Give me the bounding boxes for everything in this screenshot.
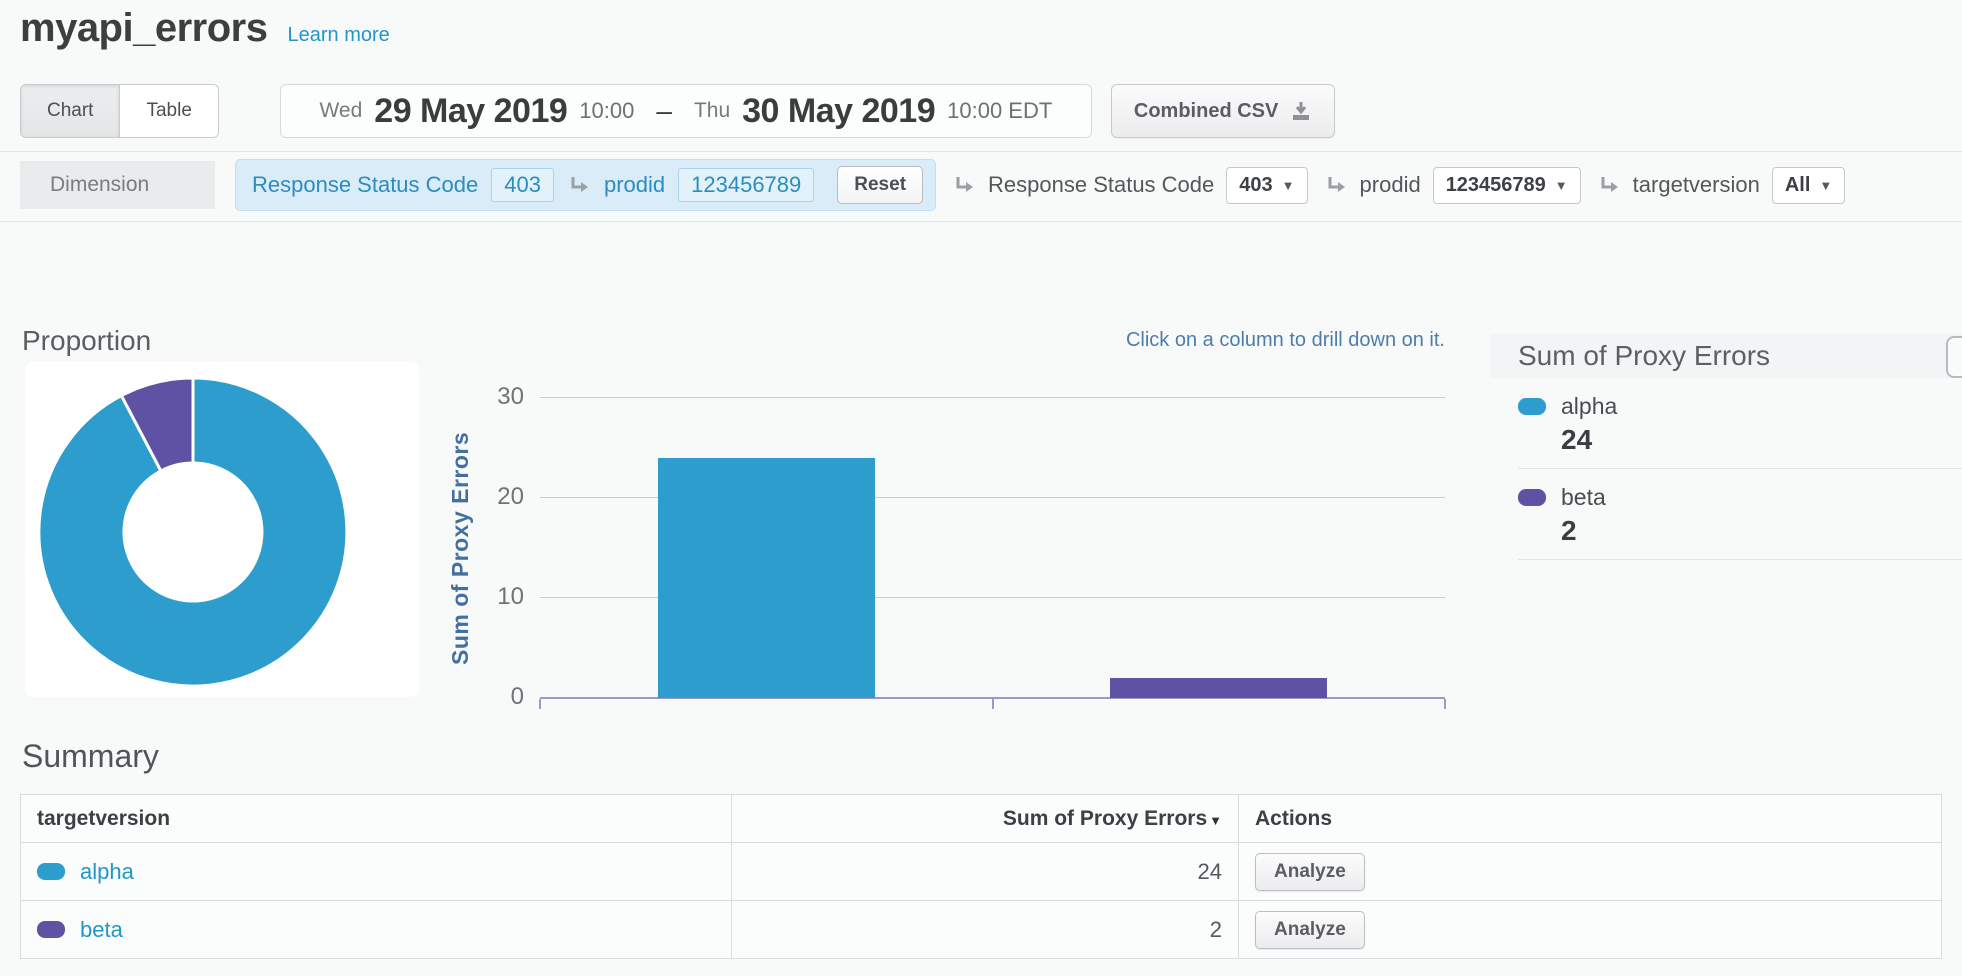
clipped-edge-button[interactable] (1946, 336, 1962, 378)
title-bar: myapi_errors Learn more (20, 6, 390, 51)
learn-more-link[interactable]: Learn more (287, 24, 389, 47)
divider (0, 151, 1962, 152)
x-axis-tick (1444, 699, 1446, 709)
divider (0, 221, 1962, 222)
filter-name: prodid (1360, 172, 1421, 198)
start-day: Wed (319, 99, 362, 123)
view-toggle: Chart Table (20, 84, 219, 138)
chevron-down-icon: ▼ (1282, 178, 1295, 193)
filter-dropdown-targetversion[interactable]: All ▼ (1772, 167, 1845, 204)
filter-prodid: prodid 123456789 ▼ (1324, 167, 1581, 204)
date-separator: – (646, 95, 682, 127)
row-dimension-link[interactable]: alpha (80, 859, 134, 885)
drilldown-arrow-icon (567, 173, 591, 197)
bar-alpha[interactable] (658, 458, 875, 698)
x-axis-tick (539, 699, 541, 709)
tab-chart[interactable]: Chart (21, 85, 119, 137)
legend-value: 24 (1561, 424, 1962, 456)
filter-name: Response Status Code (988, 172, 1214, 198)
analyze-button[interactable]: Analyze (1255, 853, 1365, 891)
legend-panel: Sum of Proxy Errors alpha 24 beta 2 (1490, 334, 1962, 560)
summary-table: targetversion Sum of Proxy Errors▼ Actio… (20, 794, 1942, 959)
row-metric-value: 2 (732, 901, 1239, 959)
proportion-title: Proportion (22, 325, 151, 357)
donut-chart (35, 374, 351, 690)
legend-item-alpha: alpha 24 (1518, 378, 1962, 469)
drilldown-breadcrumb: Response Status Code 403 prodid 12345678… (235, 159, 936, 211)
filter-name: targetversion (1633, 172, 1760, 198)
dimension-row: Dimension Response Status Code 403 prodi… (20, 159, 1845, 211)
proportion-donut-card (25, 362, 419, 697)
combined-csv-button[interactable]: Combined CSV (1111, 84, 1335, 138)
table-row-beta: beta 2 Analyze (21, 901, 1942, 959)
drilldown-hint: Click on a column to drill down on it. (540, 329, 1445, 352)
x-axis-tick (992, 699, 994, 709)
page-title: myapi_errors (20, 6, 267, 51)
filter-selected-value: 403 (1239, 174, 1272, 197)
gridline (540, 397, 1445, 398)
summary-title: Summary (22, 738, 159, 775)
chevron-down-icon: ▼ (1555, 178, 1568, 193)
tab-table[interactable]: Table (119, 85, 217, 137)
y-tick-label: 10 (478, 583, 524, 611)
y-tick-label: 0 (478, 683, 524, 711)
end-day: Thu (694, 99, 730, 123)
legend-item-beta: beta 2 (1518, 469, 1962, 560)
filter-dropdown-prodid[interactable]: 123456789 ▼ (1433, 167, 1581, 204)
legend-label: beta (1561, 484, 1606, 511)
reset-button[interactable]: Reset (837, 166, 923, 204)
beta-swatch (37, 921, 65, 938)
alpha-swatch (37, 863, 65, 880)
beta-swatch (1518, 489, 1546, 506)
report-page: myapi_errors Learn more Chart Table Wed … (0, 0, 1962, 976)
column-header-metric[interactable]: Sum of Proxy Errors▼ (732, 795, 1239, 843)
bar-plot: 0102030 (540, 398, 1445, 698)
drilldown-arrow-icon (952, 173, 976, 197)
filter-targetversion: targetversion All ▼ (1597, 167, 1846, 204)
date-range-picker[interactable]: Wed 29 May 2019 10:00 – Thu 30 May 2019 … (280, 84, 1092, 138)
breadcrumb-name[interactable]: Response Status Code (252, 172, 478, 198)
end-date: 30 May 2019 (742, 92, 935, 131)
y-tick-label: 30 (478, 383, 524, 411)
analyze-button[interactable]: Analyze (1255, 911, 1365, 949)
table-header-row: targetversion Sum of Proxy Errors▼ Actio… (21, 795, 1942, 843)
drilldown-arrow-icon (1597, 173, 1621, 197)
y-tick-label: 20 (478, 483, 524, 511)
filter-dropdown-response-status-code[interactable]: 403 ▼ (1226, 167, 1307, 204)
download-icon (1290, 100, 1312, 122)
breadcrumb-value-chip[interactable]: 123456789 (678, 168, 814, 202)
breadcrumb-value-chip[interactable]: 403 (491, 168, 554, 202)
row-dimension-link[interactable]: beta (80, 917, 123, 943)
legend-value: 2 (1561, 515, 1962, 547)
filter-selected-value: 123456789 (1446, 174, 1546, 197)
column-header-actions: Actions (1239, 795, 1942, 843)
chevron-down-icon: ▼ (1819, 178, 1832, 193)
legend-items: alpha 24 beta 2 (1490, 378, 1962, 560)
column-header-targetversion[interactable]: targetversion (21, 795, 732, 843)
filter-response-status-code: Response Status Code 403 ▼ (952, 167, 1308, 204)
alpha-swatch (1518, 398, 1546, 415)
legend-label: alpha (1561, 393, 1617, 420)
start-date: 29 May 2019 (374, 92, 567, 131)
filter-selected-value: All (1785, 174, 1811, 197)
breadcrumb-name[interactable]: prodid (604, 172, 665, 198)
end-time: 10:00 EDT (947, 98, 1052, 124)
bar-beta[interactable] (1110, 678, 1327, 698)
y-axis-label: Sum of Proxy Errors (447, 398, 474, 698)
csv-button-label: Combined CSV (1134, 100, 1278, 123)
sort-descending-icon: ▼ (1209, 813, 1222, 828)
drilldown-arrow-icon (1324, 173, 1348, 197)
dimension-label: Dimension (20, 161, 215, 209)
row-metric-value: 24 (732, 843, 1239, 901)
controls-row: Chart Table Wed 29 May 2019 10:00 – Thu … (20, 84, 1335, 138)
legend-title: Sum of Proxy Errors (1490, 334, 1962, 378)
table-row-alpha: alpha 24 Analyze (21, 843, 1942, 901)
start-time: 10:00 (579, 98, 634, 124)
